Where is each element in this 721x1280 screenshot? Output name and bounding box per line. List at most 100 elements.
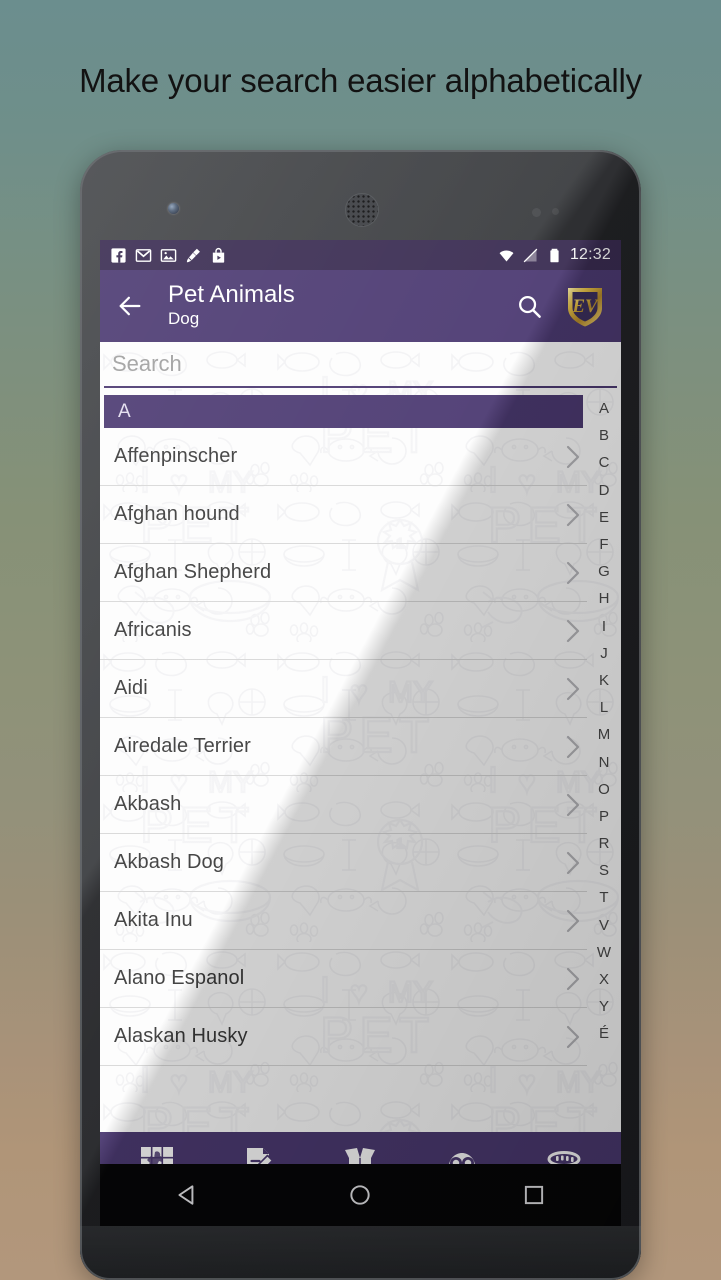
alphabet-index-letter-E[interactable]: E — [587, 504, 621, 531]
photos-icon — [160, 248, 177, 262]
android-home-icon[interactable] — [347, 1182, 373, 1208]
chevron-right-icon — [566, 445, 580, 468]
phone-device-frame: 12:32 Pet Animals Dog EV Search A Affenp… — [80, 150, 641, 1280]
status-bar-system-icons: 12:32 — [498, 246, 611, 264]
list-item[interactable]: Alaskan Husky — [100, 1008, 587, 1066]
status-bar-notification-icons — [110, 247, 227, 264]
list-item[interactable]: Alano Espanol — [100, 950, 587, 1008]
alphabet-index-letter-P[interactable]: P — [587, 803, 621, 830]
bottom-navigation-bar — [100, 1132, 621, 1164]
alphabet-index-letter-G[interactable]: G — [587, 558, 621, 585]
alphabet-index-letter-W[interactable]: W — [587, 939, 621, 966]
facebook-icon — [111, 247, 126, 263]
app-bar: Pet Animals Dog EV — [100, 270, 621, 342]
alphabet-index-letter-V[interactable]: V — [587, 912, 621, 939]
ev-logo-text: EV — [571, 296, 599, 317]
list-item-label: Alano Espanol — [114, 967, 245, 989]
phone-bottom-bezel — [80, 1226, 641, 1280]
phone-screen: 12:32 Pet Animals Dog EV Search A Affenp… — [100, 240, 621, 1164]
chevron-right-icon — [566, 677, 580, 700]
list-item-label: Akbash — [114, 793, 182, 815]
alphabet-index-letter-A[interactable]: A — [587, 395, 621, 422]
breed-list-rows: Affenpinscher Afghan hound Afghan Shepherd… — [100, 428, 587, 1066]
box-icon[interactable] — [340, 1143, 380, 1164]
list-item[interactable]: Akbash — [100, 776, 587, 834]
phone-top-bezel — [80, 150, 641, 240]
no-sim-icon — [523, 248, 538, 262]
chevron-right-icon — [566, 851, 580, 874]
list-item[interactable]: Affenpinscher — [100, 428, 587, 486]
search-bar[interactable] — [104, 342, 617, 388]
content-area: I ♥ MY PET I ♥ MY PET — [100, 342, 621, 1132]
alphabet-index-letter-N[interactable]: N — [587, 748, 621, 775]
chevron-right-icon — [566, 735, 580, 758]
list-item[interactable]: Akbash Dog — [100, 834, 587, 892]
chevron-right-icon — [566, 561, 580, 584]
alphabet-index-letter-T[interactable]: T — [587, 884, 621, 911]
list-item[interactable]: Akita Inu — [100, 892, 587, 950]
back-arrow-icon[interactable] — [116, 292, 144, 320]
battery-icon — [550, 248, 559, 262]
page-title: Make your search easier alphabetically — [79, 62, 642, 99]
app-bar-subtitle: Dog — [168, 309, 200, 329]
wifi-icon — [499, 250, 514, 262]
alphabet-index-letter-C[interactable]: C — [587, 449, 621, 476]
search-icon[interactable] — [516, 293, 543, 320]
alphabet-index-letter-M[interactable]: M — [587, 721, 621, 748]
list-item-label: Afghan hound — [114, 503, 240, 525]
android-recents-icon[interactable] — [521, 1182, 547, 1208]
app-bar-actions: EV — [516, 285, 605, 327]
list-item[interactable]: Afghan hound — [100, 486, 587, 544]
alphabet-index-letter-B[interactable]: B — [587, 422, 621, 449]
alphabet-index-letter-K[interactable]: K — [587, 667, 621, 694]
status-bar-clock: 12:32 — [569, 246, 611, 263]
proximity-sensor-icon — [532, 208, 541, 217]
list-item[interactable]: Airedale Terrier — [100, 718, 587, 776]
quiz-icon[interactable] — [239, 1143, 279, 1164]
ev-logo-icon[interactable]: EV — [565, 285, 605, 327]
list-item-label: Affenpinscher — [114, 445, 238, 467]
gmail-icon — [135, 248, 152, 262]
cleaner-icon — [186, 248, 200, 262]
chevron-right-icon — [566, 909, 580, 932]
list-item[interactable]: Afghan Shepherd — [100, 544, 587, 602]
play-store-icon — [212, 247, 225, 263]
puzzle-icon[interactable] — [137, 1143, 177, 1164]
chevron-right-icon — [566, 1025, 580, 1048]
front-camera-icon — [168, 203, 179, 214]
alphabet-index-letter-R[interactable]: R — [587, 830, 621, 857]
alphabet-index-letter-X[interactable]: X — [587, 966, 621, 993]
alphabet-index-letter-H[interactable]: H — [587, 585, 621, 612]
app-bar-title: Pet Animals — [168, 281, 295, 309]
alphabet-index-scrubber[interactable]: ABCDEFGHIJKLMNOPRSTVWXYÉ — [587, 395, 621, 1132]
list-item-label: Afghan Shepherd — [114, 561, 272, 583]
owl-icon[interactable] — [442, 1143, 482, 1164]
alphabet-index-letter-S[interactable]: S — [587, 857, 621, 884]
list-item-label: Airedale Terrier — [114, 735, 251, 757]
alphabet-index-letter-L[interactable]: L — [587, 694, 621, 721]
list-item[interactable]: Aidi — [100, 660, 587, 718]
alphabet-index-letter-É[interactable]: É — [587, 1020, 621, 1047]
list-item-label: Alaskan Husky — [114, 1025, 248, 1047]
android-back-icon[interactable] — [174, 1182, 200, 1208]
list-item-label: Africanis — [114, 619, 192, 641]
section-header-a[interactable]: A — [104, 395, 583, 428]
list-and-index: A Affenpinscher Afghan hound Afghan Shephe… — [100, 388, 621, 1132]
list-item[interactable]: Africanis — [100, 602, 587, 660]
android-system-navigation-bar — [100, 1164, 621, 1226]
light-sensor-icon — [552, 208, 559, 215]
breed-list[interactable]: A Affenpinscher Afghan hound Afghan Shephe… — [100, 388, 587, 1132]
alphabet-index-letter-F[interactable]: F — [587, 531, 621, 558]
alphabet-index-letter-I[interactable]: I — [587, 613, 621, 640]
status-bar: 12:32 — [100, 240, 621, 270]
chevron-right-icon — [566, 793, 580, 816]
alphabet-index-letter-Y[interactable]: Y — [587, 993, 621, 1020]
alphabet-index-letter-D[interactable]: D — [587, 477, 621, 504]
list-item-label: Akbash Dog — [114, 851, 224, 873]
search-input[interactable] — [112, 351, 609, 377]
app-bar-titles: Pet Animals Dog — [168, 282, 295, 329]
collar-icon[interactable] — [544, 1143, 584, 1164]
list-item-label: Aidi — [114, 677, 148, 699]
alphabet-index-letter-J[interactable]: J — [587, 640, 621, 667]
alphabet-index-letter-O[interactable]: O — [587, 776, 621, 803]
